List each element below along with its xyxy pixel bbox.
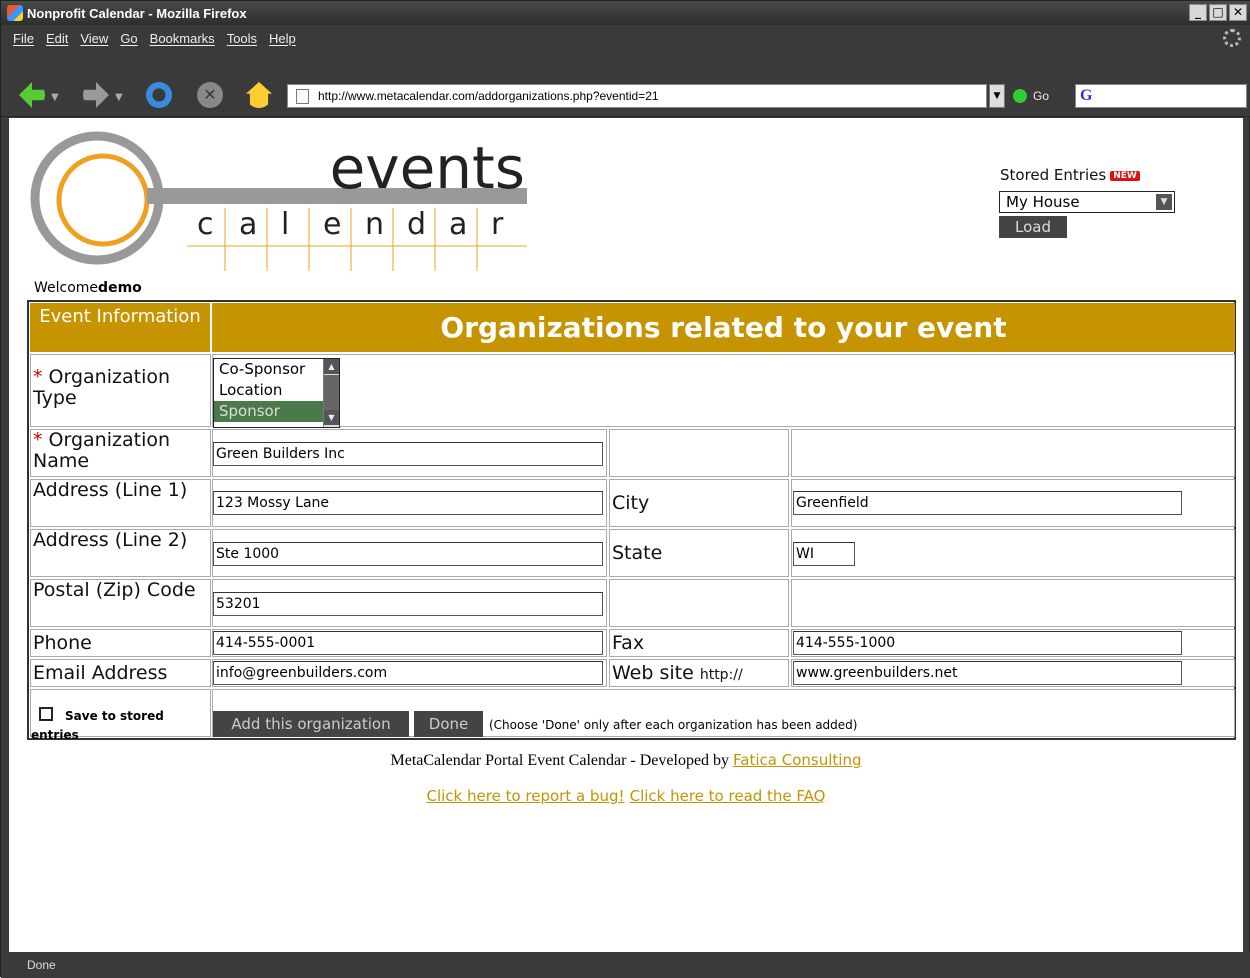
org-name-label-cell: * Organization Name — [30, 429, 211, 477]
faq-link[interactable]: Click here to read the FAQ — [630, 787, 826, 805]
phone-input[interactable]: 414-555-0001 — [213, 631, 603, 655]
welcome-username: demo — [98, 280, 142, 296]
organization-type-listbox[interactable]: Co-Sponsor Location Sponsor ▲ ▼ — [213, 358, 340, 428]
url-dropdown-button[interactable]: ▼ — [989, 84, 1005, 108]
save-to-stored-label: Save to stored entries — [31, 709, 164, 742]
logo-events-word: events — [330, 134, 525, 202]
zip-label-cell: Postal (Zip) Code — [30, 579, 211, 627]
footer-links: Click here to report a bug! Click here t… — [9, 786, 1243, 805]
page-content: events calendar Welcomedemo Stored Entri… — [9, 118, 1243, 952]
google-search-icon: G — [1080, 87, 1093, 104]
city-input[interactable]: Greenfield — [793, 491, 1182, 515]
done-button[interactable]: Done — [414, 711, 483, 737]
menu-file[interactable]: File — [13, 31, 34, 46]
logo-letter: n — [365, 207, 384, 242]
maximize-button[interactable]: □ — [1209, 4, 1227, 21]
navigation-toolbar: ▼ ▼ ✕ http://www.metacalendar.com/addorg… — [1, 51, 1250, 117]
stop-icon[interactable]: ✕ — [197, 82, 223, 108]
forward-arrow-icon[interactable] — [83, 82, 109, 108]
city-label: City — [612, 492, 650, 514]
menu-view[interactable]: View — [80, 31, 108, 46]
menu-bookmarks[interactable]: Bookmarks — [150, 31, 215, 46]
menu-go[interactable]: Go — [120, 31, 137, 46]
reload-icon[interactable] — [146, 82, 172, 108]
address2-label-cell: Address (Line 2) — [30, 529, 211, 577]
scroll-up-icon[interactable]: ▲ — [324, 359, 339, 374]
menu-help[interactable]: Help — [269, 31, 296, 46]
website-prefix: http:// — [699, 667, 743, 683]
welcome-text: Welcomedemo — [34, 280, 142, 296]
page-icon — [296, 89, 309, 104]
url-text: http://www.metacalendar.com/addorganizat… — [318, 89, 659, 103]
address-line2-input[interactable]: Ste 1000 — [213, 542, 603, 566]
browser-window: Nonprofit Calendar - Mozilla Firefox _ □… — [0, 0, 1250, 978]
chevron-down-icon[interactable]: ▼ — [1156, 194, 1172, 210]
close-button[interactable]: ✕ — [1229, 4, 1247, 21]
logo-letter: c — [197, 207, 214, 242]
done-note: (Choose 'Done' only after each organizat… — [489, 718, 858, 732]
menu-bar: File Edit View Go Bookmarks Tools Help — [1, 25, 1250, 51]
menu-edit[interactable]: Edit — [46, 31, 68, 46]
organization-form: Event Information Organizations related … — [27, 300, 1236, 742]
scroll-down-icon[interactable]: ▼ — [324, 410, 339, 425]
window-title: Nonprofit Calendar - Mozilla Firefox — [27, 5, 247, 21]
fax-input[interactable]: 414-555-1000 — [793, 631, 1182, 655]
firefox-app-icon — [7, 5, 23, 21]
logo-letter: a — [449, 207, 467, 242]
status-text: Done — [27, 958, 56, 972]
go-arrow-icon[interactable] — [1013, 89, 1027, 103]
email-label-cell: Email Address — [30, 659, 211, 687]
event-information-header[interactable]: Event Information — [30, 303, 210, 352]
save-to-stored-checkbox[interactable] — [39, 707, 53, 721]
listbox-scrollbar[interactable]: ▲ ▼ — [323, 359, 339, 427]
title-bar: Nonprofit Calendar - Mozilla Firefox _ □… — [1, 1, 1250, 25]
org-type-field-cell — [212, 354, 1235, 427]
form-title: Organizations related to your event — [212, 303, 1235, 352]
logo-letter: e — [323, 207, 341, 242]
menu-tools[interactable]: Tools — [227, 31, 257, 46]
stored-entries-select[interactable]: My House ▼ — [999, 191, 1175, 213]
url-bar[interactable]: http://www.metacalendar.com/addorganizat… — [287, 84, 987, 108]
add-organization-button[interactable]: Add this organization — [213, 711, 409, 737]
fatica-consulting-link[interactable]: Fatica Consulting — [733, 751, 861, 769]
logo-letter: a — [239, 207, 257, 242]
logo-letter: d — [407, 207, 426, 242]
address1-label-cell: Address (Line 1) — [30, 479, 211, 527]
fax-label: Fax — [612, 632, 645, 654]
forward-history-dropdown[interactable]: ▼ — [115, 92, 123, 103]
minimize-button[interactable]: _ — [1189, 4, 1207, 21]
postal-code-input[interactable]: 53201 — [213, 592, 603, 616]
footer-credit: MetaCalendar Portal Event Calendar - Dev… — [390, 751, 862, 769]
stored-entries-label: Stored Entries NEW — [1000, 166, 1140, 184]
email-input[interactable]: info@greenbuilders.com — [213, 661, 603, 685]
back-arrow-icon[interactable] — [19, 82, 45, 108]
logo-letter: r — [491, 207, 504, 242]
status-bar: Done — [1, 952, 1250, 978]
load-button[interactable]: Load — [999, 216, 1067, 238]
search-box[interactable]: G — [1075, 84, 1247, 108]
address-line1-input[interactable]: 123 Mossy Lane — [213, 491, 603, 515]
logo-letter: l — [281, 207, 289, 242]
org-type-option[interactable]: Co-Sponsor — [214, 359, 339, 380]
back-history-dropdown[interactable]: ▼ — [51, 92, 59, 103]
org-type-option[interactable]: Location — [214, 380, 339, 401]
go-button-label[interactable]: Go — [1033, 89, 1049, 103]
org-type-label-cell: * Organization Type — [30, 354, 211, 427]
home-icon[interactable] — [246, 82, 272, 108]
events-calendar-logo: events calendar — [30, 131, 527, 271]
website-label: Web site http:// — [612, 662, 743, 684]
phone-label-cell: Phone — [30, 629, 211, 657]
organization-name-input[interactable]: Green Builders Inc — [213, 442, 603, 466]
state-input[interactable]: WI — [793, 542, 855, 566]
new-badge: NEW — [1110, 171, 1140, 181]
report-bug-link[interactable]: Click here to report a bug! — [426, 787, 624, 805]
website-input[interactable]: www.greenbuilders.net — [793, 661, 1182, 685]
state-label: State — [612, 542, 663, 564]
org-type-option-selected[interactable]: Sponsor — [214, 401, 339, 422]
throbber-icon — [1223, 29, 1241, 47]
